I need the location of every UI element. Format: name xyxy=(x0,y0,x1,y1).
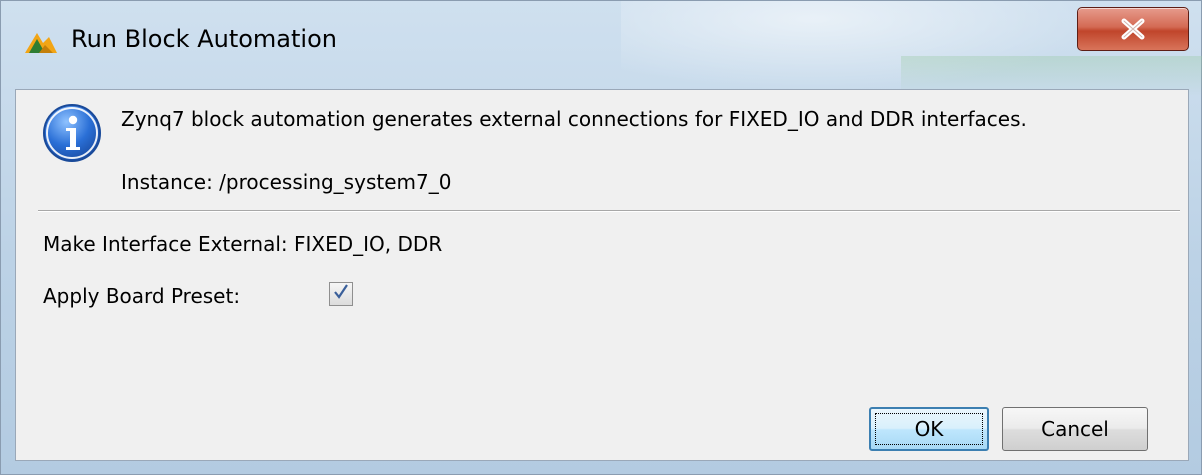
instance-label: Instance: /processing_system7_0 xyxy=(121,170,452,194)
automation-description: Zynq7 block automation generates externa… xyxy=(121,107,1027,131)
title-bar[interactable]: Run Block Automation xyxy=(1,1,1202,89)
dialog-window: Run Block Automation Zynq7 block automat… xyxy=(0,0,1202,475)
ok-button[interactable]: OK xyxy=(869,407,989,451)
dialog-title: Run Block Automation xyxy=(71,25,337,53)
dialog-content: Zynq7 block automation generates externa… xyxy=(15,89,1189,461)
apply-board-preset-checkbox[interactable] xyxy=(329,282,353,306)
cancel-button-label: Cancel xyxy=(1041,417,1109,441)
vivado-logo-icon xyxy=(23,27,59,57)
info-icon xyxy=(42,103,102,163)
section-divider xyxy=(38,210,1180,212)
apply-board-preset-label: Apply Board Preset: xyxy=(43,284,241,308)
close-button[interactable] xyxy=(1077,7,1189,51)
checkmark-icon xyxy=(332,283,350,305)
close-icon xyxy=(1120,18,1146,40)
cancel-button[interactable]: Cancel xyxy=(1002,407,1148,451)
ok-button-label: OK xyxy=(914,417,944,441)
make-interface-external-label: Make Interface External: FIXED_IO, DDR xyxy=(43,232,443,256)
